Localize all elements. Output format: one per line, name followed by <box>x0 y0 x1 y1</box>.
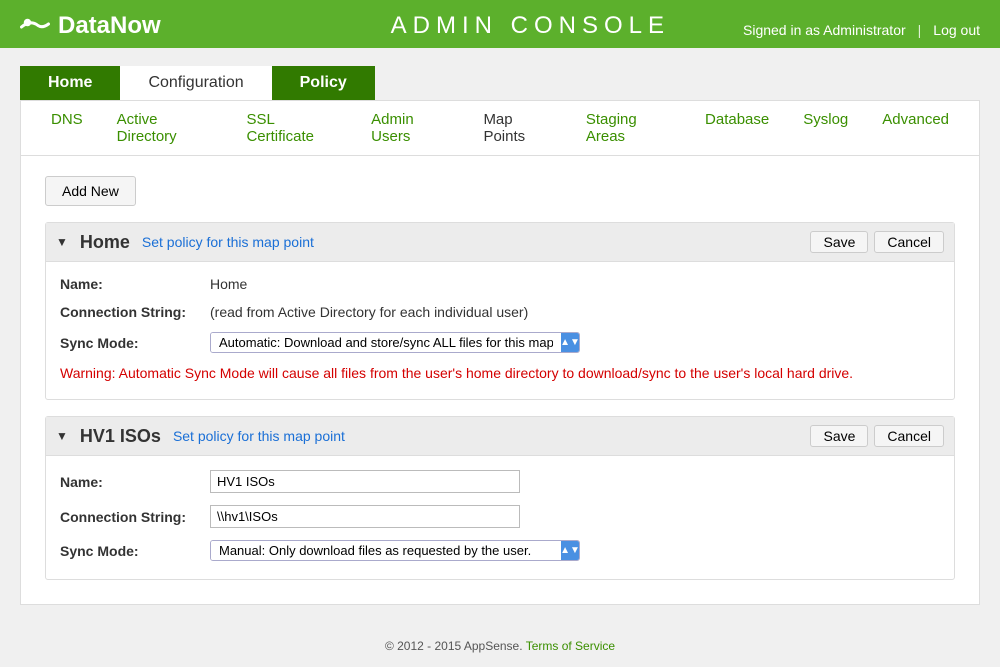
terms-link[interactable]: Terms of Service <box>526 639 615 653</box>
sub-nav: DNS Active Directory SSL Certificate Adm… <box>20 100 980 156</box>
cancel-button[interactable]: Cancel <box>874 231 944 253</box>
app-header: DataNow ADMIN CONSOLE Signed in as Admin… <box>0 0 1000 48</box>
name-label: Name: <box>60 474 210 490</box>
subnav-active-directory[interactable]: Active Directory <box>117 111 213 145</box>
signed-in-label: Signed in as Administrator <box>743 22 906 38</box>
tab-configuration[interactable]: Configuration <box>120 66 271 100</box>
content-area: Add New ▼ Home Set policy for this map p… <box>20 156 980 605</box>
divider: | <box>918 22 922 38</box>
collapse-icon[interactable]: ▼ <box>56 235 68 249</box>
map-point-panel-home: ▼ Home Set policy for this map point Sav… <box>45 222 955 400</box>
tab-policy[interactable]: Policy <box>272 66 375 100</box>
logout-link[interactable]: Log out <box>933 22 980 38</box>
sync-mode-select[interactable]: ▲▼ <box>210 332 580 353</box>
save-button[interactable]: Save <box>810 425 868 447</box>
chevron-updown-icon[interactable]: ▲▼ <box>561 541 579 560</box>
logo-icon <box>20 15 50 37</box>
subnav-admin-users[interactable]: Admin Users <box>371 111 449 145</box>
set-policy-link[interactable]: Set policy for this map point <box>173 428 345 444</box>
collapse-icon[interactable]: ▼ <box>56 429 68 443</box>
primary-tabs: Home Configuration Policy <box>20 66 980 100</box>
sync-mode-value[interactable] <box>211 541 561 560</box>
sync-mode-label: Sync Mode: <box>60 543 210 559</box>
panel-header: ▼ Home Set policy for this map point Sav… <box>46 223 954 262</box>
sync-mode-select[interactable]: ▲▼ <box>210 540 580 561</box>
name-value: Home <box>210 276 940 292</box>
subnav-ssl-certificate[interactable]: SSL Certificate <box>246 111 337 145</box>
connection-string-value: (read from Active Directory for each ind… <box>210 304 940 320</box>
sync-mode-value[interactable] <box>211 333 561 352</box>
subnav-advanced[interactable]: Advanced <box>882 111 949 145</box>
sync-mode-label: Sync Mode: <box>60 335 210 351</box>
connection-string-label: Connection String: <box>60 509 210 525</box>
name-label: Name: <box>60 276 210 292</box>
set-policy-link[interactable]: Set policy for this map point <box>142 234 314 250</box>
connection-string-input[interactable] <box>210 505 520 528</box>
cancel-button[interactable]: Cancel <box>874 425 944 447</box>
name-input[interactable] <box>210 470 520 493</box>
footer: © 2012 - 2015 AppSense. Terms of Service <box>0 625 1000 667</box>
sync-warning: Warning: Automatic Sync Mode will cause … <box>60 365 940 381</box>
chevron-updown-icon[interactable]: ▲▼ <box>561 333 579 352</box>
add-new-button[interactable]: Add New <box>45 176 136 206</box>
save-button[interactable]: Save <box>810 231 868 253</box>
map-point-panel-hv1: ▼ HV1 ISOs Set policy for this map point… <box>45 416 955 580</box>
subnav-database[interactable]: Database <box>705 111 769 145</box>
tab-home[interactable]: Home <box>20 66 120 100</box>
subnav-syslog[interactable]: Syslog <box>803 111 848 145</box>
copyright: © 2012 - 2015 AppSense. <box>385 639 523 653</box>
connection-string-label: Connection String: <box>60 304 210 320</box>
subnav-staging-areas[interactable]: Staging Areas <box>586 111 671 145</box>
panel-title: Home <box>80 232 130 253</box>
panel-header: ▼ HV1 ISOs Set policy for this map point… <box>46 417 954 456</box>
subnav-dns[interactable]: DNS <box>51 111 83 145</box>
panel-title: HV1 ISOs <box>80 426 161 447</box>
subnav-map-points[interactable]: Map Points <box>483 111 551 145</box>
